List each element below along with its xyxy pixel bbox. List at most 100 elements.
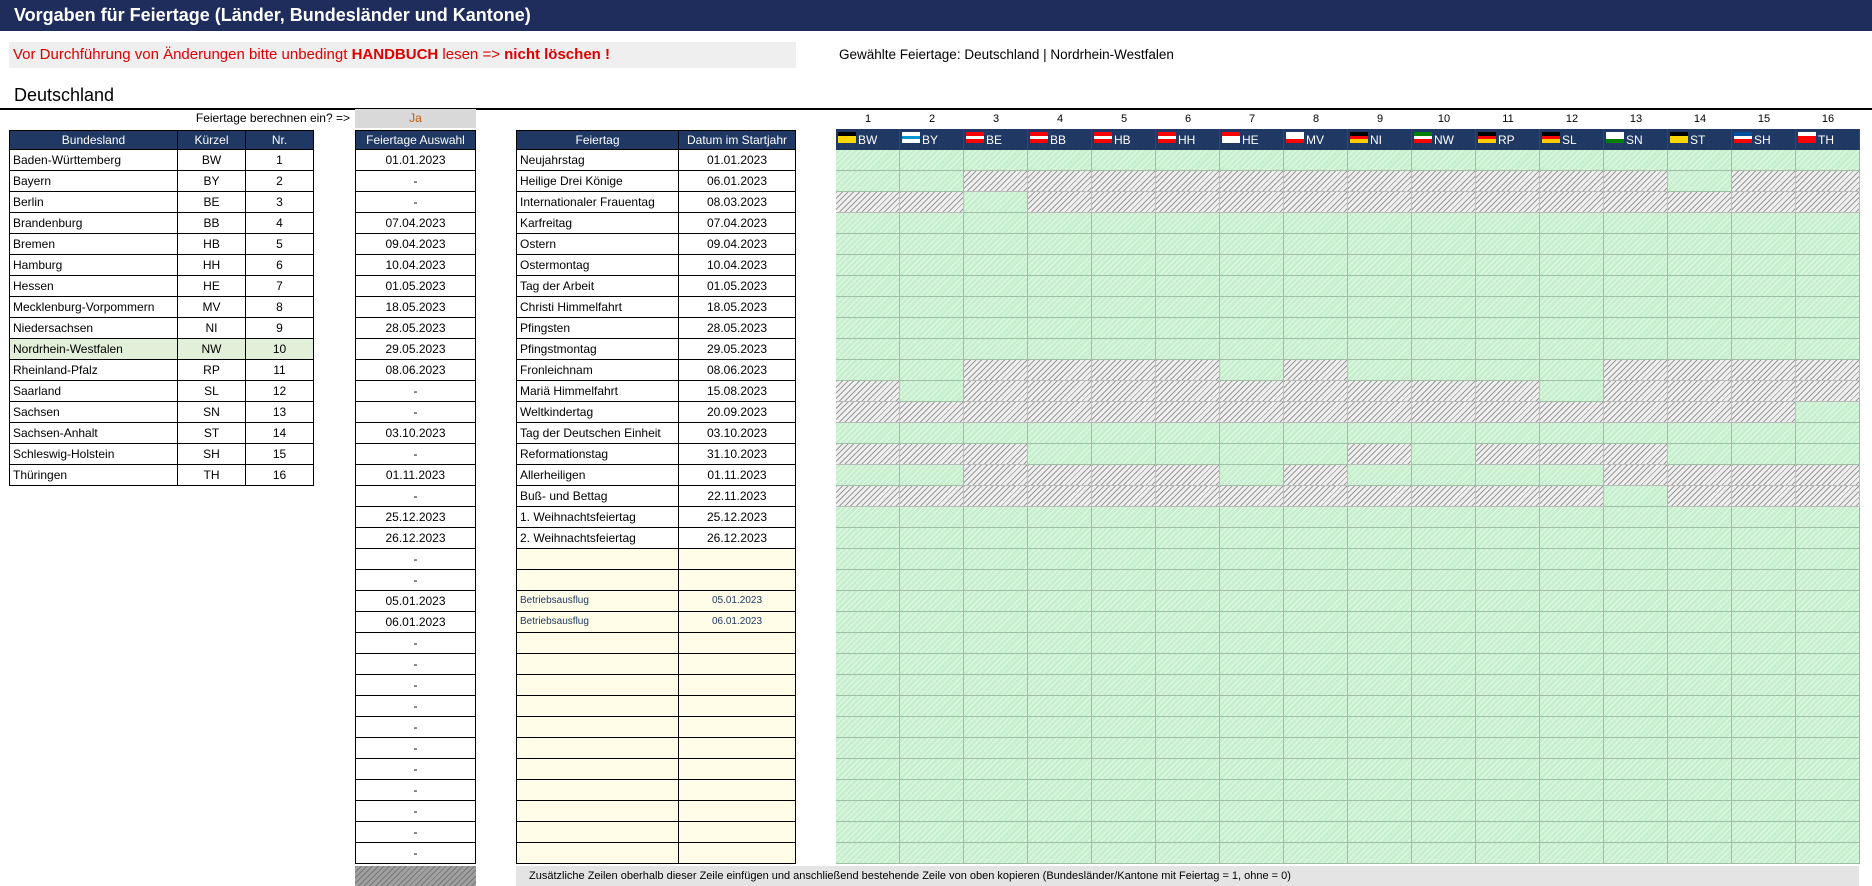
matrix-cell-holiday[interactable] (1348, 150, 1412, 171)
matrix-cell-holiday[interactable] (1604, 318, 1668, 339)
matrix-cell-holiday[interactable] (1028, 297, 1092, 318)
matrix-cell-holiday[interactable] (964, 801, 1028, 822)
matrix-cell-holiday[interactable] (1796, 213, 1860, 234)
matrix-cell-holiday[interactable] (836, 213, 900, 234)
matrix-cell-holiday[interactable] (1412, 444, 1476, 465)
matrix-cell-holiday[interactable] (1540, 696, 1604, 717)
matrix-cell-holiday[interactable] (1604, 633, 1668, 654)
matrix-cell-no-holiday[interactable] (1284, 465, 1348, 486)
selection-cell[interactable]: 18.05.2023 (355, 297, 476, 318)
custom-holiday-date-cell[interactable] (678, 549, 796, 570)
matrix-cell-no-holiday[interactable] (1220, 402, 1284, 423)
matrix-cell-holiday[interactable] (900, 234, 964, 255)
matrix-cell-no-holiday[interactable] (1348, 192, 1412, 213)
matrix-cell-holiday[interactable] (964, 255, 1028, 276)
matrix-cell-holiday[interactable] (1732, 843, 1796, 864)
matrix-cell-holiday[interactable] (1540, 717, 1604, 738)
matrix-cell-holiday[interactable] (1348, 591, 1412, 612)
matrix-cell-holiday[interactable] (1796, 276, 1860, 297)
matrix-cell-holiday[interactable] (1348, 549, 1412, 570)
holiday-date-cell[interactable]: 03.10.2023 (678, 423, 796, 444)
matrix-column-header[interactable]: HE (1220, 129, 1284, 150)
matrix-cell-holiday[interactable] (1796, 549, 1860, 570)
holiday-name-cell[interactable]: Neujahrstag (516, 150, 679, 171)
matrix-cell-holiday[interactable] (1220, 339, 1284, 360)
matrix-cell-holiday[interactable] (1476, 780, 1540, 801)
matrix-cell-holiday[interactable] (1668, 759, 1732, 780)
matrix-cell-holiday[interactable] (836, 843, 900, 864)
matrix-cell-holiday[interactable] (1028, 822, 1092, 843)
matrix-cell-no-holiday[interactable] (1412, 402, 1476, 423)
matrix-cell-holiday[interactable] (836, 633, 900, 654)
custom-holiday-date-cell[interactable] (678, 801, 796, 822)
matrix-cell-holiday[interactable] (1028, 255, 1092, 276)
matrix-cell-holiday[interactable] (1412, 360, 1476, 381)
matrix-cell-holiday[interactable] (1284, 801, 1348, 822)
matrix-cell-holiday[interactable] (1156, 591, 1220, 612)
matrix-cell-holiday[interactable] (1284, 738, 1348, 759)
selection-cell[interactable]: - (355, 675, 476, 696)
matrix-cell-holiday[interactable] (1732, 591, 1796, 612)
matrix-cell-holiday[interactable] (1220, 444, 1284, 465)
matrix-cell-holiday[interactable] (1732, 339, 1796, 360)
matrix-cell-holiday[interactable] (900, 171, 964, 192)
matrix-cell-holiday[interactable] (1284, 549, 1348, 570)
matrix-cell-holiday[interactable] (1284, 591, 1348, 612)
selection-cell[interactable]: 07.04.2023 (355, 213, 476, 234)
matrix-cell-holiday[interactable] (1412, 276, 1476, 297)
matrix-cell-holiday[interactable] (836, 339, 900, 360)
matrix-cell-holiday[interactable] (1732, 696, 1796, 717)
matrix-cell-holiday[interactable] (1220, 297, 1284, 318)
calc-answer-cell[interactable]: Ja (355, 109, 476, 128)
matrix-cell-holiday[interactable] (1732, 717, 1796, 738)
custom-holiday-name-cell[interactable] (516, 759, 679, 780)
matrix-cell-no-holiday[interactable] (964, 381, 1028, 402)
matrix-cell-holiday[interactable] (1284, 276, 1348, 297)
custom-holiday-name-cell[interactable] (516, 696, 679, 717)
matrix-cell-holiday[interactable] (1540, 654, 1604, 675)
matrix-cell-holiday[interactable] (1604, 654, 1668, 675)
matrix-cell-holiday[interactable] (1540, 360, 1604, 381)
matrix-cell-holiday[interactable] (1796, 633, 1860, 654)
matrix-cell-holiday[interactable] (836, 570, 900, 591)
matrix-cell-holiday[interactable] (1092, 150, 1156, 171)
matrix-cell-holiday[interactable] (1732, 570, 1796, 591)
matrix-cell-holiday[interactable] (1092, 696, 1156, 717)
holiday-name-cell[interactable]: 1. Weihnachtsfeiertag (516, 507, 679, 528)
holiday-name-cell[interactable]: Ostermontag (516, 255, 679, 276)
matrix-cell-holiday[interactable] (1156, 255, 1220, 276)
holiday-date-cell[interactable]: 09.04.2023 (678, 234, 796, 255)
matrix-cell-holiday[interactable] (1284, 423, 1348, 444)
matrix-cell-holiday[interactable] (1220, 507, 1284, 528)
matrix-cell-holiday[interactable] (1092, 822, 1156, 843)
holiday-date-cell[interactable]: 31.10.2023 (678, 444, 796, 465)
matrix-cell-no-holiday[interactable] (964, 360, 1028, 381)
matrix-column-header[interactable]: HB (1092, 129, 1156, 150)
matrix-cell-holiday[interactable] (1732, 549, 1796, 570)
matrix-column-header[interactable]: BE (964, 129, 1028, 150)
matrix-cell-no-holiday[interactable] (1668, 486, 1732, 507)
matrix-cell-holiday[interactable] (1476, 549, 1540, 570)
matrix-cell-holiday[interactable] (1284, 675, 1348, 696)
matrix-cell-holiday[interactable] (1476, 234, 1540, 255)
custom-holiday-name-cell[interactable] (516, 570, 679, 591)
custom-holiday-name-cell[interactable] (516, 654, 679, 675)
matrix-cell-holiday[interactable] (836, 780, 900, 801)
matrix-cell-holiday[interactable] (1668, 717, 1732, 738)
matrix-cell-no-holiday[interactable] (836, 192, 900, 213)
state-nr-cell[interactable]: 14 (245, 423, 314, 444)
holiday-name-cell[interactable]: Weltkindertag (516, 402, 679, 423)
matrix-cell-holiday[interactable] (1796, 150, 1860, 171)
matrix-cell-holiday[interactable] (1796, 759, 1860, 780)
matrix-cell-holiday[interactable] (1348, 696, 1412, 717)
matrix-cell-holiday[interactable] (1796, 696, 1860, 717)
selection-cell[interactable]: - (355, 759, 476, 780)
selection-cell[interactable]: - (355, 570, 476, 591)
state-name-cell[interactable]: Hessen (9, 276, 178, 297)
matrix-cell-no-holiday[interactable] (1412, 381, 1476, 402)
matrix-cell-holiday[interactable] (1028, 738, 1092, 759)
matrix-cell-holiday[interactable] (964, 297, 1028, 318)
matrix-cell-no-holiday[interactable] (1348, 402, 1412, 423)
matrix-cell-holiday[interactable] (836, 276, 900, 297)
matrix-cell-holiday[interactable] (1028, 339, 1092, 360)
